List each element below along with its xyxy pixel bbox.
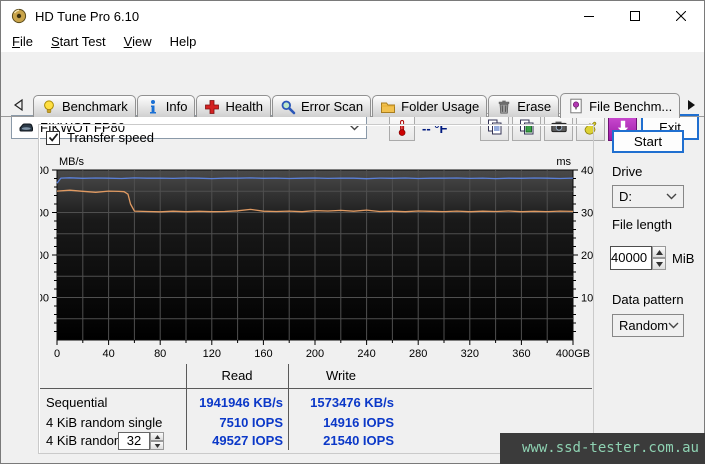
svg-text:1000: 1000 (40, 250, 49, 262)
random-single-label: 4 KiB random single (46, 414, 162, 432)
chart-gridlines (57, 170, 573, 340)
file-length-label: File length (612, 217, 672, 232)
svg-text:280: 280 (409, 348, 427, 360)
sequential-write-value: 1573476 KB/s (290, 394, 394, 412)
svg-text:MB/s: MB/s (59, 156, 85, 168)
scan-icon (280, 99, 296, 115)
data-pattern-label: Data pattern (612, 292, 684, 307)
drive-label: Drive (612, 164, 642, 179)
data-pattern-select[interactable]: Random (612, 314, 684, 337)
folder-icon (380, 99, 396, 115)
bulb-icon (41, 99, 57, 115)
tab-folder-usage[interactable]: Folder Usage (372, 95, 487, 117)
menu-item-help[interactable]: Help (161, 31, 206, 52)
svg-text:1500: 1500 (40, 208, 49, 220)
tab-scroll-right-button[interactable] (683, 97, 699, 113)
random-single-read-value: 7510 IOPS (188, 414, 283, 432)
svg-text:320: 320 (461, 348, 479, 360)
target-drive-value: D: (619, 189, 632, 204)
queue-depth-spinner (150, 432, 164, 450)
spin-down-button[interactable] (652, 258, 666, 270)
svg-text:20: 20 (581, 250, 593, 262)
svg-text:ms: ms (556, 156, 571, 168)
random-single-write-value: 14916 IOPS (290, 414, 394, 432)
sequential-read-value: 1941946 KB/s (188, 394, 283, 412)
health-icon (204, 99, 220, 115)
toolbar: FIKWOT FP80 -- °F Exit (1, 52, 704, 93)
title-bar: HD Tune Pro 6.10 (1, 1, 704, 30)
svg-text:500: 500 (40, 293, 49, 305)
spin-up-button[interactable] (150, 432, 164, 441)
info-icon (145, 99, 161, 115)
file-benchmark-icon (568, 98, 584, 114)
random-multi-write-value: 21540 IOPS (290, 432, 394, 450)
tab-error-scan[interactable]: Error Scan (272, 95, 371, 117)
transfer-speed-option: Transfer speed (46, 130, 154, 145)
erase-icon (496, 99, 512, 115)
column-header-write: Write (288, 368, 394, 384)
sequential-label: Sequential (46, 394, 107, 412)
transfer-speed-chart: 0 40 80 120 160 200 240 280 320 360 400GB 500 1000 15… (40, 152, 600, 364)
file-length-spinner (652, 246, 666, 270)
menu-item-view[interactable]: View (115, 31, 161, 52)
window-title: HD Tune Pro 6.10 (35, 9, 139, 24)
file-length-input[interactable]: 40000 (610, 246, 652, 270)
svg-text:160: 160 (254, 348, 272, 360)
target-drive-select[interactable]: D: (612, 185, 684, 208)
svg-text:120: 120 (203, 348, 221, 360)
random-multi-read-value: 49527 IOPS (188, 432, 283, 450)
svg-text:2000: 2000 (40, 165, 49, 177)
start-button[interactable]: Start (612, 130, 684, 153)
transfer-speed-label: Transfer speed (67, 130, 154, 145)
app-icon (11, 8, 27, 24)
chevron-down-icon (668, 322, 679, 329)
menu-item-start-test[interactable]: Start Test (42, 31, 115, 52)
disk-icon (18, 119, 34, 135)
table-header-rule (40, 388, 592, 389)
tab-benchmark[interactable]: Benchmark (33, 95, 136, 117)
tab-erase[interactable]: Erase (488, 95, 559, 117)
chevron-down-icon (666, 193, 677, 200)
maximize-button[interactable] (612, 1, 658, 30)
transfer-speed-checkbox[interactable] (46, 131, 60, 145)
svg-text:200: 200 (306, 348, 324, 360)
svg-text:40: 40 (102, 348, 114, 360)
svg-text:30: 30 (581, 208, 593, 220)
tab-bar: BenchmarkInfoHealthError ScanFolder Usag… (1, 93, 704, 117)
tabs: BenchmarkInfoHealthError ScanFolder Usag… (33, 93, 680, 117)
column-header-read: Read (186, 368, 288, 384)
close-button[interactable] (658, 1, 704, 30)
tab-info[interactable]: Info (137, 95, 196, 117)
tab-scroll-left-button[interactable] (11, 97, 27, 113)
file-length-unit: MiB (672, 251, 694, 266)
menu-bar: FileStart TestViewHelp (1, 30, 704, 52)
svg-text:400GB: 400GB (556, 348, 590, 360)
svg-text:0: 0 (54, 348, 60, 360)
svg-text:80: 80 (154, 348, 166, 360)
data-pattern-value: Random (619, 318, 668, 333)
table-row-random-single: 4 KiB random single 7510 IOPS 14916 IOPS (38, 414, 594, 432)
tab-health[interactable]: Health (196, 95, 271, 117)
svg-text:360: 360 (512, 348, 530, 360)
svg-text:10: 10 (581, 293, 593, 305)
spin-down-button[interactable] (150, 441, 164, 450)
minimize-button[interactable] (566, 1, 612, 30)
watermark: www.ssd-tester.com.au (500, 433, 705, 464)
app-window: HD Tune Pro 6.10 FileStart TestViewHelp … (0, 0, 705, 464)
tab-file-benchm[interactable]: File Benchm... (560, 93, 680, 118)
table-row-sequential: Sequential 1941946 KB/s 1573476 KB/s (38, 394, 594, 412)
svg-text:40: 40 (581, 165, 593, 177)
svg-text:240: 240 (357, 348, 375, 360)
queue-depth-input[interactable]: 32 (118, 432, 150, 450)
menu-item-file[interactable]: File (3, 31, 42, 52)
spin-up-button[interactable] (652, 246, 666, 258)
